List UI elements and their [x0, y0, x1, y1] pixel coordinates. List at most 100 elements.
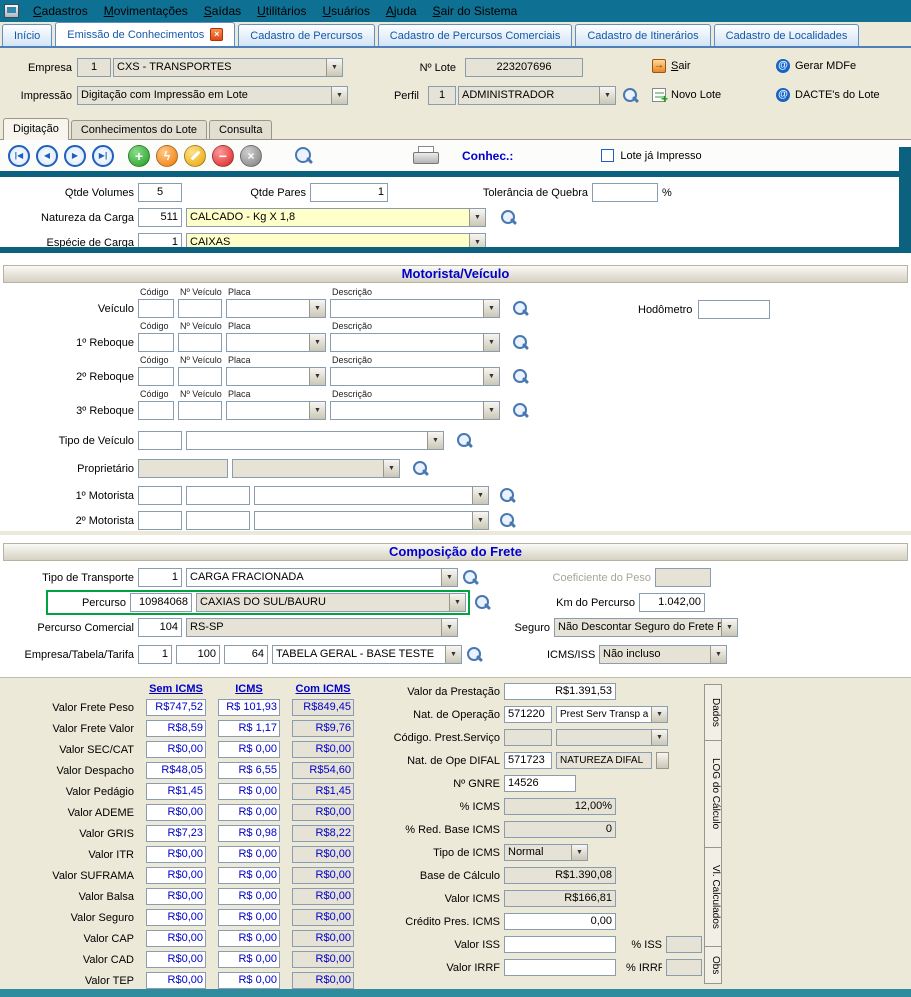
natureza-combo[interactable]: CALCADO - Kg X 1,8: [186, 208, 486, 227]
sair-link[interactable]: Sair: [652, 59, 691, 73]
valor-sem-icms-field[interactable]: R$0,00: [146, 909, 206, 926]
dropdown-arrow-icon[interactable]: [441, 619, 457, 636]
dropdown-arrow-icon[interactable]: [483, 300, 499, 317]
dropdown-arrow-icon[interactable]: [445, 646, 461, 663]
nav-next-icon[interactable]: ▶: [64, 145, 86, 167]
motorista2-code-field[interactable]: [138, 511, 182, 530]
gnre-field[interactable]: 14526: [504, 775, 576, 792]
valor-sem-icms-field[interactable]: R$0,00: [146, 888, 206, 905]
valor-icms-field[interactable]: R$ 0,00: [218, 867, 280, 884]
percurso-comercial-combo[interactable]: RS-SP: [186, 618, 458, 637]
difal-lookup-button[interactable]: [656, 752, 669, 769]
valor-sem-icms-field[interactable]: R$0,00: [146, 972, 206, 989]
valor-irrf-field[interactable]: [504, 959, 616, 976]
menu-item[interactable]: Ajuda: [378, 1, 425, 21]
dropdown-arrow-icon[interactable]: [331, 87, 347, 104]
lote-field[interactable]: 223207696: [465, 58, 583, 77]
dropdown-arrow-icon[interactable]: [472, 487, 488, 504]
pct-irrf-field[interactable]: [666, 959, 702, 976]
vertical-scrollbar[interactable]: [899, 147, 911, 253]
qtde-volumes-field[interactable]: 5: [138, 183, 182, 202]
vtab-vl-calculados[interactable]: Vl. Calculados: [704, 847, 722, 947]
proprietario-combo[interactable]: [232, 459, 400, 478]
difal-code-field[interactable]: 571723: [504, 752, 552, 769]
percurso-code-field[interactable]: 10984068: [130, 593, 192, 612]
valor-sem-icms-field[interactable]: R$0,00: [146, 741, 206, 758]
dropdown-arrow-icon[interactable]: [599, 87, 615, 104]
tipo-transporte-code-field[interactable]: 1: [138, 568, 182, 587]
placa-combo[interactable]: [226, 299, 326, 318]
dropdown-arrow-icon[interactable]: [721, 619, 737, 636]
valor-sem-icms-field[interactable]: R$0,00: [146, 930, 206, 947]
valor-sem-icms-field[interactable]: R$8,59: [146, 720, 206, 737]
menu-item[interactable]: Cadastros: [25, 1, 96, 21]
motorista1-code-field[interactable]: [138, 486, 182, 505]
nav-prev-icon[interactable]: ◀: [36, 145, 58, 167]
subtab-consulta[interactable]: Consulta: [209, 120, 272, 139]
vehicle-search-icon[interactable]: [512, 334, 529, 351]
especie-code-field[interactable]: 1: [138, 233, 182, 247]
motorista1-doc-field[interactable]: [186, 486, 250, 505]
valor-icms-field[interactable]: R$ 0,00: [218, 741, 280, 758]
dacte-link[interactable]: DACTE's do Lote: [776, 88, 880, 102]
placa-combo[interactable]: [226, 401, 326, 420]
cancel-icon[interactable]: [240, 145, 262, 167]
valor-icms-field[interactable]: R$ 0,00: [218, 930, 280, 947]
tipo-veiculo-code-field[interactable]: [138, 431, 182, 450]
placa-combo[interactable]: [226, 367, 326, 386]
vtab-log-calculo[interactable]: LOG do Cálculo: [704, 740, 722, 848]
descricao-combo[interactable]: [330, 367, 500, 386]
tabela-search-icon[interactable]: [466, 646, 483, 663]
dropdown-arrow-icon[interactable]: [472, 512, 488, 529]
dropdown-arrow-icon[interactable]: [383, 460, 399, 477]
vehicle-search-icon[interactable]: [512, 300, 529, 317]
edit-record-icon[interactable]: [184, 145, 206, 167]
dropdown-arrow-icon[interactable]: [571, 845, 587, 860]
descricao-combo[interactable]: [330, 299, 500, 318]
dropdown-arrow-icon[interactable]: [483, 402, 499, 419]
tipo-transporte-search-icon[interactable]: [462, 569, 479, 586]
dropdown-arrow-icon[interactable]: [309, 402, 325, 419]
dropdown-arrow-icon[interactable]: [427, 432, 443, 449]
tipo-veiculo-search-icon[interactable]: [456, 432, 473, 449]
nat-operacao-combo[interactable]: Prest Serv Transp a I: [556, 706, 668, 723]
dropdown-arrow-icon[interactable]: [326, 59, 342, 76]
tab-cadastro-itinerarios[interactable]: Cadastro de Itinerários: [575, 24, 710, 46]
dropdown-arrow-icon[interactable]: [469, 234, 485, 247]
valor-sem-icms-field[interactable]: R$7,23: [146, 825, 206, 842]
valor-icms-field[interactable]: R$ 0,00: [218, 783, 280, 800]
empresa-field[interactable]: 1: [138, 645, 172, 664]
tab-emissao-conhecimentos[interactable]: Emissão de Conhecimentos: [55, 22, 235, 46]
dropdown-arrow-icon[interactable]: [483, 368, 499, 385]
subtab-conhecimentos-do-lote[interactable]: Conhecimentos do Lote: [71, 120, 207, 139]
dropdown-arrow-icon[interactable]: [449, 594, 465, 611]
tab-close-icon[interactable]: [210, 28, 223, 41]
perfil-search-icon[interactable]: [622, 87, 639, 104]
valor-sem-icms-field[interactable]: R$1,45: [146, 783, 206, 800]
motorista2-search-icon[interactable]: [499, 512, 516, 529]
icms-iss-combo[interactable]: Não incluso: [599, 645, 727, 664]
menu-item[interactable]: Utilitários: [249, 1, 314, 21]
hodometro-field[interactable]: [698, 300, 770, 319]
qtde-pares-field[interactable]: 1: [310, 183, 388, 202]
dropdown-arrow-icon[interactable]: [309, 368, 325, 385]
valor-icms-field[interactable]: R$ 0,00: [218, 846, 280, 863]
descricao-combo[interactable]: [330, 401, 500, 420]
tolerancia-field[interactable]: [592, 183, 658, 202]
perfil-code-field[interactable]: 1: [428, 86, 456, 105]
vtab-dados[interactable]: Dados: [704, 684, 722, 741]
motorista1-combo[interactable]: [254, 486, 489, 505]
valor-sem-icms-field[interactable]: R$0,00: [146, 846, 206, 863]
percurso-combo[interactable]: CAXIAS DO SUL/BAURU: [196, 593, 466, 612]
codigo-field[interactable]: [138, 333, 174, 352]
codigo-field[interactable]: [138, 367, 174, 386]
valor-prestacao-field[interactable]: R$1.391,53: [504, 683, 616, 700]
add-record-icon[interactable]: [128, 145, 150, 167]
percurso-comercial-code-field[interactable]: 104: [138, 618, 182, 637]
valor-icms-field[interactable]: R$ 0,00: [218, 888, 280, 905]
valor-icms-field[interactable]: R$ 0,00: [218, 909, 280, 926]
quick-action-icon[interactable]: [156, 145, 178, 167]
valor-sem-icms-field[interactable]: R$0,00: [146, 804, 206, 821]
valor-icms-field[interactable]: R$ 0,00: [218, 804, 280, 821]
perfil-combo[interactable]: ADMINISTRADOR: [458, 86, 616, 105]
